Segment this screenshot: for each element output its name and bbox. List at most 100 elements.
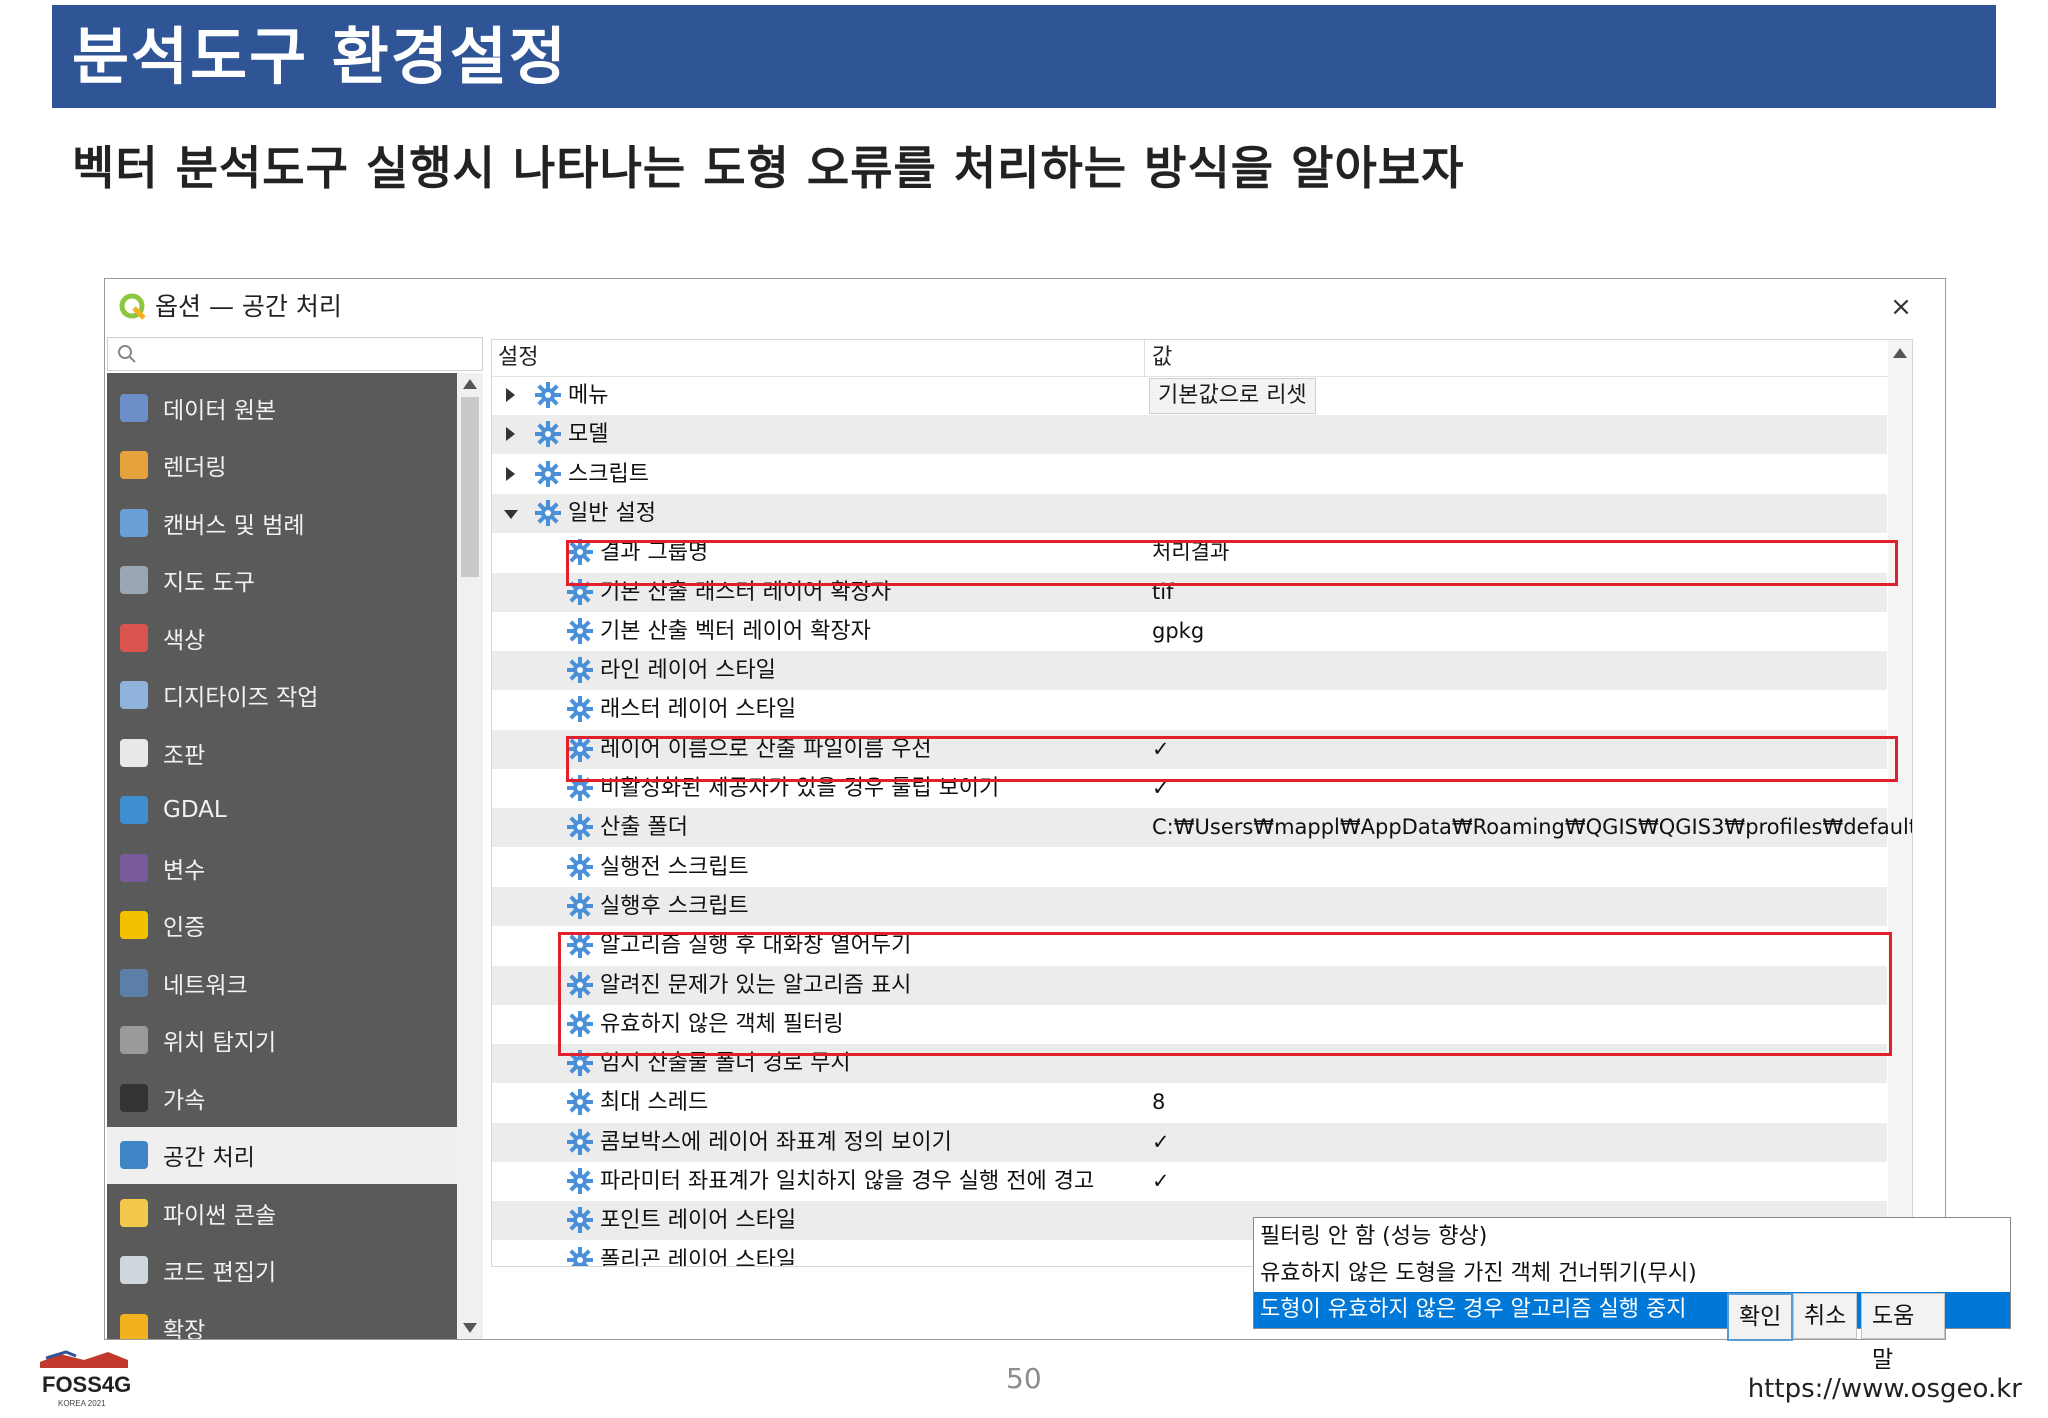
sidebar-item[interactable]: 조판 bbox=[107, 724, 457, 781]
setting-label: 포인트 레이어 스타일 bbox=[600, 1208, 797, 1234]
sidebar-item[interactable]: 변수 bbox=[107, 839, 457, 896]
sidebar-item[interactable]: GDAL bbox=[107, 782, 457, 839]
sidebar-item-label: 색상 bbox=[163, 627, 206, 654]
sidebar-item[interactable]: 데이터 원본 bbox=[107, 379, 457, 436]
layout-icon bbox=[120, 738, 148, 767]
code-editor-icon bbox=[120, 1256, 148, 1284]
gear-icon bbox=[567, 1089, 593, 1116]
setting-value[interactable]: C:₩Users₩mappl₩AppData₩Roaming₩QGIS₩QGIS… bbox=[1152, 808, 1912, 847]
foss4g-logo: FOSS4G KOREA 2021 bbox=[40, 1350, 131, 1408]
warning-icon bbox=[120, 1313, 148, 1339]
sidebar-item[interactable]: 확장 bbox=[107, 1299, 457, 1339]
column-header-setting[interactable]: 설정 bbox=[498, 342, 538, 374]
ok-button[interactable]: 확인 bbox=[1727, 1293, 1794, 1341]
expand-down-icon[interactable] bbox=[504, 509, 518, 519]
sidebar-item-label: 데이터 원본 bbox=[163, 397, 277, 424]
gear-icon bbox=[535, 499, 561, 526]
acceleration-chip-icon bbox=[120, 1083, 148, 1112]
gear-icon bbox=[567, 1246, 593, 1266]
settings-tree: 설정 값 메뉴 기본값으로 리셋 모델 스크립트 일반 설정 결과 그룹명 처리결과 기본 산… bbox=[491, 339, 1913, 1267]
svg-text:KOREA 2021: KOREA 2021 bbox=[58, 1399, 106, 1408]
setting-label: 폴리곤 레이어 스타일 bbox=[600, 1247, 797, 1267]
tree-group-label: 메뉴 bbox=[568, 383, 609, 408]
digitize-icon bbox=[120, 681, 148, 709]
setting-row[interactable]: 콤보박스에 레이어 좌표계 정의 보이기 ✓ bbox=[492, 1122, 1887, 1162]
column-header-value[interactable]: 값 bbox=[1152, 342, 1172, 374]
setting-row[interactable]: 최대 스레드 8 bbox=[492, 1083, 1887, 1122]
search-icon bbox=[118, 345, 136, 363]
expand-right-icon[interactable] bbox=[506, 466, 515, 481]
tree-group-row[interactable]: 스크립트 bbox=[492, 455, 1887, 494]
tree-group-row[interactable]: 메뉴 기본값으로 리셋 bbox=[492, 376, 1887, 415]
sidebar-item[interactable]: 렌더링 bbox=[107, 437, 457, 494]
setting-checkbox[interactable]: ✓ bbox=[1152, 1123, 1170, 1162]
gear-icon bbox=[567, 617, 593, 644]
gear-icon bbox=[567, 853, 593, 880]
scroll-up-icon[interactable] bbox=[463, 379, 477, 389]
canvas-legend-icon bbox=[120, 508, 148, 537]
lock-icon bbox=[120, 911, 148, 939]
scroll-down-icon[interactable] bbox=[463, 1323, 477, 1333]
map-tools-icon bbox=[120, 566, 148, 594]
sidebar-item-label: 코드 편집기 bbox=[163, 1260, 277, 1286]
sidebar-item[interactable]: 위치 탐지기 bbox=[107, 1012, 457, 1069]
expand-right-icon[interactable] bbox=[506, 388, 515, 402]
gear-icon bbox=[567, 1128, 593, 1155]
sidebar-item[interactable]: 인증 bbox=[107, 897, 457, 954]
footer-url[interactable]: https://www.osgeo.kr bbox=[1748, 1374, 2022, 1404]
setting-row[interactable]: 실행전 스크립트 bbox=[492, 848, 1887, 887]
setting-value[interactable]: gpkg bbox=[1152, 612, 1204, 651]
sidebar-item[interactable]: 코드 편집기 bbox=[107, 1242, 457, 1299]
options-dialog: 옵션 — 공간 처리 × 데이터 원본 렌더링 캔버스 및 범례 지도 도구 색상 디지타… bbox=[104, 278, 2011, 1373]
tree-group-row[interactable]: 일반 설정 bbox=[492, 493, 1887, 533]
tree-header: 설정 값 bbox=[492, 340, 1912, 377]
tree-scrollbar[interactable] bbox=[1888, 340, 1912, 1266]
help-button[interactable]: 도움말 bbox=[1861, 1293, 1945, 1373]
network-icon bbox=[120, 968, 148, 997]
sidebar-item[interactable]: 캔버스 및 범례 bbox=[107, 494, 457, 551]
processing-gear-icon bbox=[120, 1141, 148, 1169]
options-search-input[interactable] bbox=[107, 337, 483, 371]
gear-icon bbox=[567, 657, 593, 684]
sidebar-item[interactable]: 지도 도구 bbox=[107, 552, 457, 609]
dropdown-option[interactable]: 유효하지 않은 도형을 가진 객체 건너뛰기(무시) bbox=[1254, 1256, 2010, 1292]
color-palette-icon bbox=[120, 623, 148, 652]
setting-label: 최대 스레드 bbox=[600, 1090, 709, 1116]
setting-label: 파라미터 좌표계가 일치하지 않을 경우 실행 전에 경고 bbox=[600, 1169, 1095, 1194]
gdal-globe-icon bbox=[120, 796, 148, 824]
sidebar-item[interactable]: 색상 bbox=[107, 609, 457, 666]
setting-row[interactable]: 산출 폴더 C:₩Users₩mappl₩AppData₩Roaming₩QGIS… bbox=[492, 808, 1912, 848]
sidebar-item-label: 렌더링 bbox=[163, 455, 227, 481]
sidebar-item-label: 확장 bbox=[163, 1317, 206, 1340]
brush-icon bbox=[120, 451, 148, 479]
highlight-filename-option bbox=[566, 736, 1898, 782]
sidebar-item[interactable]: 파이썬 콘솔 bbox=[107, 1184, 457, 1241]
setting-row[interactable]: 파라미터 좌표계가 일치하지 않을 경우 실행 전에 경고 ✓ bbox=[492, 1162, 1887, 1201]
data-source-icon bbox=[120, 393, 148, 422]
setting-value[interactable]: 8 bbox=[1152, 1083, 1165, 1122]
sidebar-scrollbar[interactable] bbox=[457, 373, 483, 1339]
setting-checkbox[interactable]: ✓ bbox=[1152, 1162, 1170, 1201]
sidebar-item[interactable]: 가속 bbox=[107, 1069, 457, 1126]
variables-icon bbox=[120, 853, 148, 882]
setting-row[interactable]: 래스터 레이어 스타일 bbox=[492, 690, 1887, 729]
scrollbar-thumb[interactable] bbox=[461, 397, 479, 577]
sidebar-item-label: 지도 도구 bbox=[163, 570, 255, 596]
setting-row[interactable]: 기본 산출 벡터 레이어 확장자 gpkg bbox=[492, 612, 1887, 651]
scroll-up-icon[interactable] bbox=[1893, 348, 1907, 358]
reset-defaults-button[interactable]: 기본값으로 리셋 bbox=[1149, 378, 1316, 414]
sidebar-item[interactable]: 디지타이즈 작업 bbox=[107, 667, 457, 724]
tree-group-row[interactable]: 모델 bbox=[492, 415, 1887, 455]
tree-group-label: 일반 설정 bbox=[568, 500, 656, 526]
setting-label: 실행전 스크립트 bbox=[600, 854, 749, 880]
expand-right-icon[interactable] bbox=[506, 427, 515, 442]
sidebar-item-label: 디지타이즈 작업 bbox=[163, 685, 319, 711]
setting-row[interactable]: 라인 레이어 스타일 bbox=[492, 651, 1887, 691]
setting-row[interactable]: 실행후 스크립트 bbox=[492, 886, 1887, 926]
close-button[interactable]: × bbox=[1883, 289, 1919, 325]
dropdown-option[interactable]: 필터링 안 함 (성능 향상) bbox=[1254, 1219, 2010, 1255]
sidebar-item[interactable]: 네트워크 bbox=[107, 954, 457, 1011]
sidebar-item[interactable]: 공간 처리 bbox=[107, 1126, 457, 1184]
cancel-button[interactable]: 취소 bbox=[1793, 1293, 1858, 1339]
column-divider bbox=[1144, 340, 1145, 376]
